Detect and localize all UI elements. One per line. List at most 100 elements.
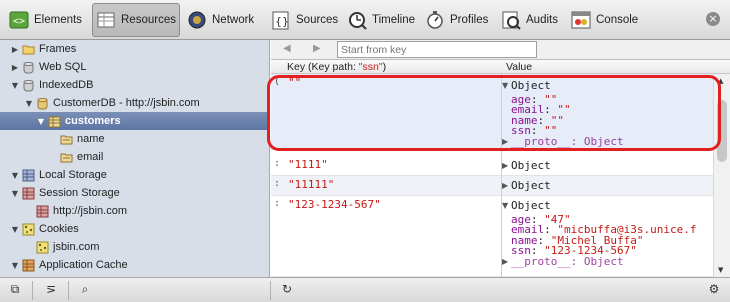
table-row[interactable]: : "123-1234-567" ▼ Object age: "47" emai… [271,196,713,277]
expand-triangle-icon[interactable]: ▼ [502,81,511,92]
refresh-icon[interactable]: ↻ [276,282,298,299]
expand-triangle-icon[interactable]: ▶ [502,137,511,148]
sidebar-item-application-cache[interactable]: ▼ Application Cache [0,256,269,274]
proto-label: __proto__: Object [511,134,624,148]
tab-profiles[interactable]: Profiles [424,3,492,37]
scrollbar-thumb[interactable] [717,100,727,162]
console-drawer-icon[interactable]: ⋝ [40,282,62,299]
panel-toolbar: <> Elements Resources Network {} Sources… [0,0,730,40]
row-gutter: : [274,158,281,169]
elements-icon: <> [8,9,30,31]
row-value: ▶ Object [502,179,551,192]
sidebar-item-label: Frames [39,43,77,55]
sources-icon: {} [270,9,292,31]
sidebar-item-frames[interactable]: ▶ Frames [0,40,269,58]
resources-sidebar: ▶ Frames ▶ Web SQL ▼ IndexedDB ▼ Custome… [0,40,270,277]
sidebar-item-label: name [77,133,105,145]
object-node[interactable]: ▶ Object [502,159,551,172]
table-row[interactable]: : "11111" ▶ Object [271,176,713,196]
tab-timeline[interactable]: Timeline [346,3,418,37]
cookie-icon [22,223,35,236]
object-label: Object [511,199,551,212]
dock-icon[interactable]: ⧉ [4,282,26,299]
back-arrow-icon[interactable]: ◀ [283,43,291,54]
tab-resources[interactable]: Resources [92,3,180,37]
sidebar-item-indexeddb[interactable]: ▼ IndexedDB [0,76,269,94]
sidebar-item-label: Session Storage [39,187,120,199]
sidebar-item-customers[interactable]: ▼ customers [0,112,269,130]
row-key: "" [288,76,302,89]
sidebar-item-cookies[interactable]: ▼ Cookies [0,220,269,238]
folder-icon [22,43,35,56]
tab-audits[interactable]: Audits [500,3,564,37]
disclosure-triangle-icon[interactable]: ▼ [10,261,20,270]
column-header-key[interactable]: Key (Key path: "ssn") [287,61,386,73]
object-label: Object [511,159,551,172]
disclosure-triangle-icon[interactable]: ▼ [36,117,46,126]
cookie-icon [36,241,49,254]
sidebar-item-index-email[interactable]: email [0,148,269,166]
disclosure-triangle-icon[interactable]: ▼ [10,81,20,90]
scroll-up-arrow-icon[interactable]: ▲ [718,77,723,85]
expand-triangle-icon[interactable]: ▶ [502,181,511,192]
row-key: "1111" [288,158,328,171]
sidebar-item-label: Web SQL [39,61,87,73]
disclosure-triangle-icon[interactable]: ▼ [10,171,20,180]
disclosure-triangle-icon[interactable]: ▼ [24,99,34,108]
object-store-icon [48,115,61,128]
proto-node[interactable]: ▶ __proto__: Object [502,256,696,268]
sidebar-item-cookies-jsbin[interactable]: jsbin.com [0,238,269,256]
index-icon [60,133,73,146]
table-row[interactable]: ( "" ▼ Object age: "" email: "" name: ""… [271,74,713,150]
sidebar-item-label: email [77,151,104,163]
forward-arrow-icon[interactable]: ▶ [313,43,321,54]
sidebar-item-session-jsbin[interactable]: http://jsbin.com [0,202,269,220]
storage-grid-icon [36,205,49,218]
sidebar-item-web-sql[interactable]: ▶ Web SQL [0,58,269,76]
search-icon[interactable]: ⌕ [74,282,96,299]
app-cache-icon [22,259,35,272]
object-node[interactable]: ▼ Object [502,80,624,92]
key-navigation-bar: ◀ ▶ [271,40,730,60]
object-node[interactable]: ▶ Object [502,179,551,192]
column-key-suffix: ) [382,61,387,73]
scroll-down-arrow-icon[interactable]: ▼ [718,266,723,274]
sidebar-item-customerdb[interactable]: ▼ CustomerDB - http://jsbin.com [0,94,269,112]
table-row[interactable]: : "1111" ▶ Object [271,156,713,176]
settings-gear-icon[interactable]: ⚙ [703,282,725,299]
sidebar-item-label: customers [65,115,121,127]
tab-console[interactable]: Console [570,3,642,37]
proto-node[interactable]: ▶ __proto__: Object [502,134,624,148]
expand-triangle-icon[interactable]: ▶ [502,257,511,268]
tab-elements[interactable]: <> Elements [8,3,90,37]
storage-grid-icon [22,169,35,182]
close-icon[interactable]: × [706,12,720,26]
audits-icon [500,9,522,31]
expand-triangle-icon[interactable]: ▶ [502,161,511,172]
disclosure-triangle-icon[interactable]: ▼ [10,225,20,234]
disclosure-triangle-icon[interactable]: ▼ [10,189,20,198]
expand-triangle-icon[interactable]: ▼ [502,201,511,212]
object-node[interactable]: ▼ Object [502,199,696,212]
timeline-icon [346,9,368,31]
column-divider[interactable] [501,74,502,277]
disclosure-triangle-icon[interactable]: ▶ [10,45,20,54]
sidebar-item-session-storage[interactable]: ▼ Session Storage [0,184,269,202]
object-label: Object [511,179,551,192]
tab-network[interactable]: Network [186,3,266,37]
sidebar-item-index-name[interactable]: name [0,130,269,148]
vertical-scrollbar[interactable]: ▲ ▼ [713,74,730,277]
row-gutter: : [274,198,281,209]
start-from-key-input[interactable] [337,41,537,58]
tab-sources[interactable]: {} Sources [270,3,340,37]
tab-label: Console [596,14,639,26]
disclosure-triangle-icon[interactable]: ▶ [10,63,20,72]
sidebar-item-label: IndexedDB [39,79,94,91]
object-store-view: ◀ ▶ Key (Key path: "ssn") Value ( "" ▼ O… [271,40,730,277]
profiles-icon [424,9,446,31]
svg-text:<>: <> [13,16,25,27]
sidebar-item-label: CustomerDB - http://jsbin.com [53,97,200,109]
sidebar-item-local-storage[interactable]: ▼ Local Storage [0,166,269,184]
column-header-value[interactable]: Value [506,61,532,73]
separator [32,281,33,300]
